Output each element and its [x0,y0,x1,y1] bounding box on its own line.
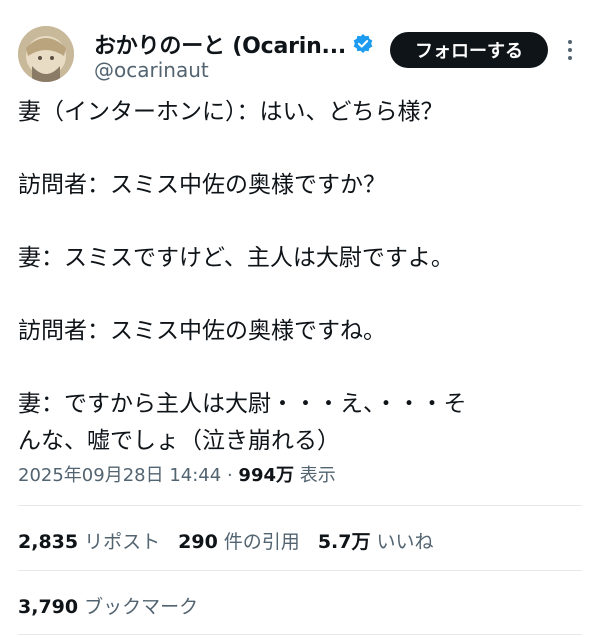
likes-count: 5.7万 [317,531,371,553]
more-options-icon[interactable] [560,36,580,64]
reposts-label: リポスト [84,531,161,553]
tweet-meta: 2025年09月28日 14:44 · 994万 表示 [18,461,336,487]
reposts-stat[interactable]: 2,835 リポスト [18,527,160,554]
tweet-line: 訪問者：スミス中佐の奥様ですね。 [18,318,386,344]
quotes-stat[interactable]: 290 件の引用 [178,527,300,554]
quotes-label: 件の引用 [223,531,300,553]
avatar[interactable] [18,26,74,82]
views-count: 994万 [238,465,294,486]
engagement-stats: 2,835 リポスト 290 件の引用 5.7万 いいね [18,527,452,554]
tweet-text: 妻（インターホンに）：はい、どちら様？ 訪問者：スミス中佐の奥様ですか？ 妻：ス… [18,94,584,460]
likes-label: いいね [376,531,434,553]
avatar-image [18,26,74,82]
tweet-header: おかりのーと (Ocarin... @ocarinaut フォローする [0,0,600,92]
user-handle[interactable]: @ocarinaut [94,58,209,82]
quotes-count: 290 [178,531,218,553]
divider [18,570,582,571]
tweet-line: 妻：ですから主人は大尉・・・え、・・・そ [18,391,467,417]
tweet-line: んな、嘘でしょ（泣き崩れる） [18,428,340,454]
tweet-line: 妻：スミスですけど、主人は大尉ですよ。 [18,245,454,271]
tweet-line: 妻（インターホンに）：はい、どちら様？ [18,99,444,125]
verified-badge-icon [352,33,374,55]
follow-button[interactable]: フォローする [390,32,548,68]
reposts-count: 2,835 [18,531,79,553]
timestamp[interactable]: 2025年09月28日 14:44 [18,465,221,486]
divider [18,505,582,506]
divider [18,634,582,635]
meta-separator: · [226,465,233,486]
views-label: 表示 [299,465,336,486]
bookmarks-stat[interactable]: 3,790 ブックマーク [18,592,198,619]
bookmarks-count: 3,790 [18,596,79,618]
tweet-line: 訪問者：スミス中佐の奥様ですか？ [18,172,386,198]
likes-stat[interactable]: 5.7万 いいね [318,527,434,554]
display-name[interactable]: おかりのーと (Ocarin... [94,28,346,60]
name-row: おかりのーと (Ocarin... [94,28,374,60]
bookmarks-label: ブックマーク [84,596,199,618]
